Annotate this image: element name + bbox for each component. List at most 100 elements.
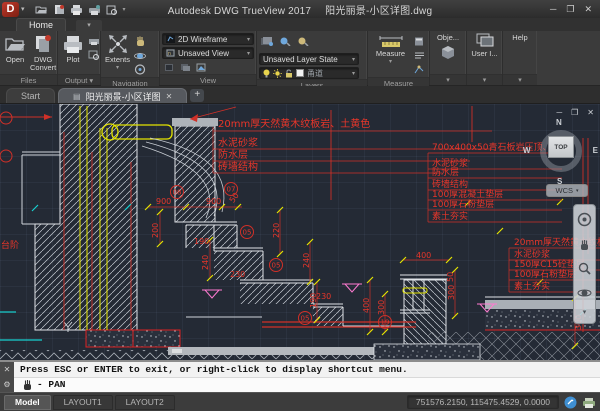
open-icon[interactable] [35, 4, 48, 15]
steps-section [186, 222, 404, 326]
panel-title-files: Files [0, 74, 57, 85]
qat-chevron-icon[interactable]: ▾ [123, 6, 126, 13]
active-command-text: - PAN [37, 379, 66, 390]
view-manager-icon[interactable] [194, 61, 208, 73]
vp-restore-button[interactable]: ❐ [571, 108, 578, 117]
list-icon[interactable] [412, 49, 426, 61]
vp-close-button[interactable]: ✕ [587, 108, 594, 117]
object-panel-label[interactable]: Obje... [437, 33, 459, 42]
pan-tool-icon[interactable] [577, 238, 592, 252]
layer-state-value: Unsaved Layer State [263, 55, 338, 64]
named-views-icon[interactable] [178, 61, 192, 73]
orbit-tool-icon[interactable] [577, 287, 592, 299]
zoom-tool-icon[interactable] [577, 262, 592, 276]
layer-state-chevron-icon: ▾ [352, 56, 355, 63]
preview-mini-icon[interactable] [87, 49, 101, 61]
svg-text:05: 05 [301, 315, 310, 323]
panel-title-output: Output ▾ [58, 74, 100, 85]
output-expand-icon[interactable]: ▾ [89, 76, 93, 85]
dwg-convert-icon[interactable] [53, 4, 65, 15]
svg-text:19: 19 [381, 319, 390, 327]
svg-text:砖墙结构: 砖墙结构 [432, 178, 468, 190]
command-history-line[interactable]: Press ESC or ENTER to exit, or right-cli… [14, 362, 600, 378]
batch-plot-mini-icon[interactable] [87, 35, 101, 47]
full-navigation-wheel-icon[interactable] [577, 212, 592, 227]
svg-text:50: 50 [446, 272, 455, 282]
command-tools-icon[interactable]: ⚙ [3, 380, 10, 389]
user-interface-label[interactable]: User I... [471, 49, 497, 58]
measure-button[interactable]: Measure ▾ [370, 33, 411, 77]
drawing-tab-close-icon[interactable]: ✕ [166, 92, 173, 101]
panel-title-view: View [160, 74, 256, 85]
compass-west[interactable]: W [523, 146, 531, 155]
wcs-dropdown[interactable]: WCS ▾ [546, 184, 588, 197]
preview-icon[interactable] [106, 4, 118, 15]
batch-plot-icon[interactable] [88, 4, 101, 15]
layer-properties-icon[interactable] [261, 33, 273, 51]
close-button[interactable]: ✕ [584, 4, 592, 15]
plot-icon[interactable] [70, 4, 83, 15]
tab-drawing[interactable]: ▤ 阳光丽景-小区详图 ✕ [58, 88, 187, 103]
layer-dropdown[interactable]: 甬道 ▾ [259, 67, 359, 79]
navbar-more-icon[interactable]: ▾ [583, 310, 587, 316]
viewport-config-icon[interactable] [162, 61, 176, 73]
viewcube[interactable]: TOP N E S W [532, 122, 590, 180]
tab-start[interactable]: Start [6, 88, 55, 103]
ribbon-options-button[interactable]: ▾ [76, 20, 102, 31]
layer-unisolate-icon[interactable] [297, 33, 309, 51]
open-button[interactable]: Open [2, 33, 28, 74]
new-tab-button[interactable]: + [190, 89, 204, 102]
vp-minimize-button[interactable]: ─ [556, 108, 562, 117]
tab-home[interactable]: Home [16, 18, 66, 31]
command-close-icon[interactable]: ✕ [4, 365, 11, 374]
viewcube-top-face[interactable]: TOP [548, 136, 574, 158]
extents-chevron-icon: ▾ [116, 64, 119, 72]
ribbon: Open DWG Convert Files Plot [0, 31, 600, 86]
app-window: D ▾ ▾ Autodesk DWG TrueView 2017阳光丽景-小区详… [0, 0, 600, 411]
svg-text:220: 220 [272, 223, 281, 238]
command-line-strip: ✕ ⚙ [0, 362, 14, 392]
plot-status-icon[interactable] [582, 396, 596, 409]
help-expand[interactable]: ▾ [503, 74, 537, 85]
panel-layers: Unsaved Layer State ▾ 甬道 ▾ Layers [257, 31, 368, 85]
object-panel-expand[interactable]: ▾ [430, 74, 466, 85]
visual-style-dropdown[interactable]: 2D Wireframe ▾ [162, 33, 254, 45]
svg-text:防水层: 防水层 [432, 166, 459, 178]
user-interface-expand[interactable]: ▾ [467, 74, 502, 85]
tab-layout2[interactable]: LAYOUT2 [115, 395, 175, 410]
minimize-button[interactable]: ─ [550, 4, 556, 15]
help-label[interactable]: Help [512, 33, 527, 42]
orbit-mini-icon[interactable] [133, 49, 147, 61]
app-logo[interactable]: D [2, 2, 19, 17]
output-title-text: Output [65, 76, 88, 85]
named-view-dropdown[interactable]: n Unsaved View ▾ [162, 47, 254, 59]
start-tab-label: Start [21, 91, 40, 101]
annotation-monitor-icon[interactable] [564, 396, 577, 409]
svg-text:07: 07 [227, 186, 236, 194]
restore-button[interactable]: ❐ [566, 4, 574, 15]
extents-button[interactable]: Extents ▾ [103, 33, 132, 77]
compass-east[interactable]: E [593, 146, 598, 155]
app-menu-chevron-icon[interactable]: ▾ [21, 5, 25, 13]
title-bar: D ▾ ▾ Autodesk DWG TrueView 2017阳光丽景-小区详… [0, 0, 600, 18]
svg-text:400: 400 [416, 251, 431, 260]
layer-state-dropdown[interactable]: Unsaved Layer State ▾ [259, 53, 359, 65]
pan-mini-icon[interactable] [133, 35, 147, 47]
layer-isolate-icon[interactable] [279, 33, 291, 51]
steering-wheel-mini-icon[interactable] [133, 63, 147, 75]
wcs-label: WCS [555, 186, 573, 195]
cad-drawing[interactable]: 20mm厚天然黄木纹板岩、土黄色 水泥砂浆 防水层 砖墙结构 700x400x5… [0, 104, 600, 360]
status-bar: Model LAYOUT1 LAYOUT2 751576.2150, 11547… [0, 392, 600, 411]
tab-model[interactable]: Model [4, 395, 51, 410]
command-input-line[interactable]: - PAN [14, 378, 600, 393]
dwg-convert-button[interactable]: DWG Convert [28, 33, 58, 74]
visual-style-chevron-icon: ▾ [247, 36, 250, 43]
convert-label: Convert [30, 64, 56, 72]
compass-north[interactable]: N [556, 118, 562, 127]
plot-button[interactable]: Plot [60, 33, 86, 74]
id-point-icon[interactable] [412, 63, 426, 75]
quick-calc-icon[interactable] [412, 35, 426, 47]
drawing-viewport[interactable]: 20mm厚天然黄木纹板岩、土黄色 水泥砂浆 防水层 砖墙结构 700x400x5… [0, 104, 600, 360]
tab-layout1[interactable]: LAYOUT1 [53, 395, 113, 410]
ruler-icon [378, 34, 404, 48]
